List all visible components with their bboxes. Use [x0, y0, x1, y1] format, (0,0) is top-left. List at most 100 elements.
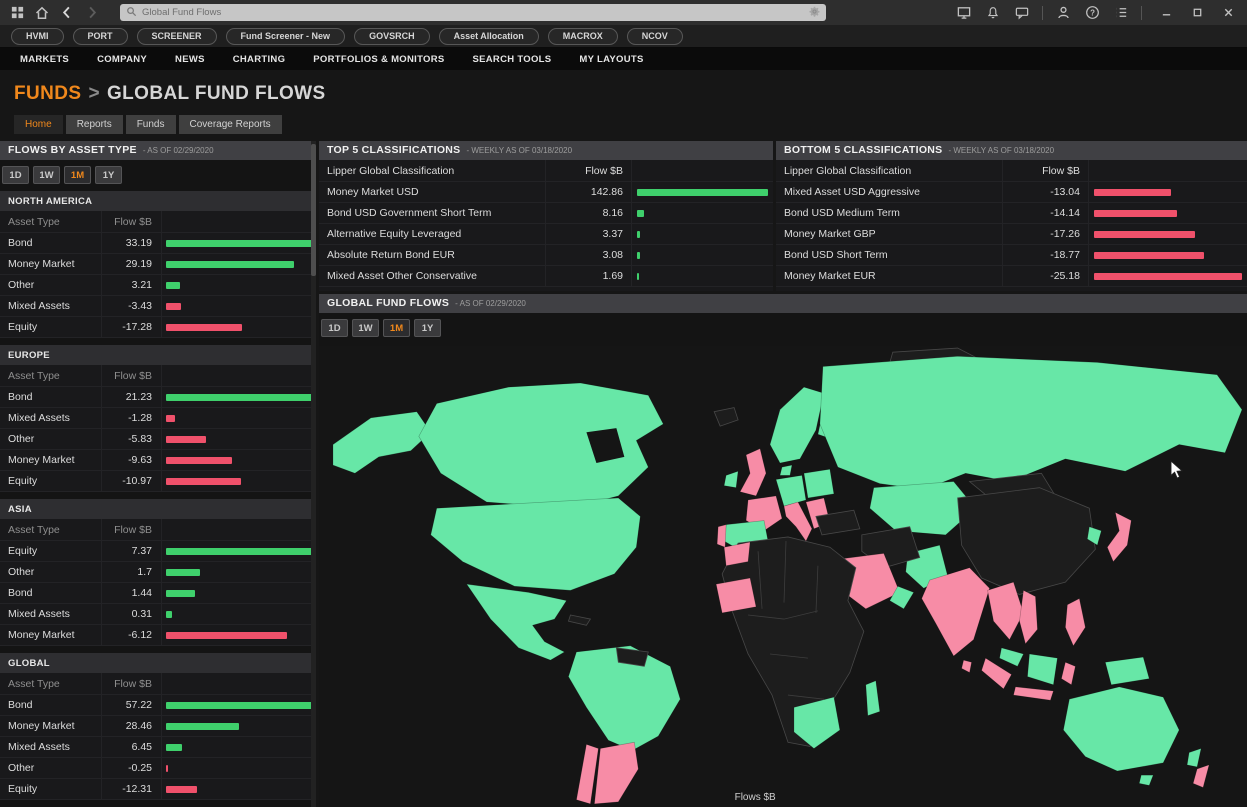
new-zealand-south[interactable]: [1193, 765, 1209, 788]
period-button-1m[interactable]: 1M: [383, 319, 410, 337]
scrollbar-thumb[interactable]: [311, 144, 316, 276]
menu-item-my-layouts[interactable]: MY LAYOUTS: [565, 54, 657, 65]
table-row-money-market[interactable]: Money Market-9.63: [0, 450, 316, 471]
period-button-1w[interactable]: 1W: [352, 319, 379, 337]
search-input[interactable]: [142, 7, 804, 18]
period-button-1w[interactable]: 1W: [33, 166, 60, 184]
menu-item-portfolios-monitors[interactable]: PORTFOLIOS & MONITORS: [299, 54, 458, 65]
table-row-bond[interactable]: Bond21.23: [0, 387, 316, 408]
country-india[interactable]: [922, 568, 990, 656]
app-grid-icon[interactable]: [8, 4, 26, 21]
table-row-other[interactable]: Other-5.83: [0, 429, 316, 450]
table-row-money-market-usd[interactable]: Money Market USD142.86: [319, 182, 773, 203]
country-japan[interactable]: [1107, 512, 1131, 561]
world-map-choropleth[interactable]: [319, 346, 1247, 807]
menu-item-markets[interactable]: MARKETS: [6, 54, 83, 65]
breadcrumb-parent[interactable]: FUNDS: [14, 83, 81, 104]
country-uk[interactable]: [740, 449, 766, 496]
country-malaysia[interactable]: [1000, 648, 1024, 666]
region-scandinavia[interactable]: [770, 387, 824, 463]
profile-person-icon[interactable]: [1054, 4, 1072, 21]
country-argentina[interactable]: [594, 742, 638, 804]
table-row-mixed-asset-usd-aggressive[interactable]: Mixed Asset USD Aggressive-13.04: [776, 182, 1247, 203]
app-tab-asset-allocation[interactable]: Asset Allocation: [439, 28, 539, 45]
home-icon[interactable]: [33, 4, 51, 21]
new-zealand-north[interactable]: [1187, 748, 1201, 766]
region-west-africa[interactable]: [716, 578, 756, 613]
table-row-other[interactable]: Other-0.25: [0, 758, 316, 779]
country-alaska[interactable]: [333, 412, 431, 474]
subtab-reports[interactable]: Reports: [66, 115, 123, 134]
close-icon[interactable]: [1219, 4, 1237, 21]
island-new-guinea[interactable]: [1105, 657, 1149, 685]
country-philippines[interactable]: [1065, 599, 1085, 646]
country-usa[interactable]: [431, 498, 641, 590]
table-row-mixed-assets[interactable]: Mixed Assets-3.43: [0, 296, 316, 317]
app-tab-screener[interactable]: SCREENER: [137, 28, 217, 45]
app-tab-hvmi[interactable]: HVMI: [11, 28, 64, 45]
period-button-1y[interactable]: 1Y: [414, 319, 441, 337]
back-icon[interactable]: [58, 4, 76, 21]
table-row-bond-usd-government-short-term[interactable]: Bond USD Government Short Term8.16: [319, 203, 773, 224]
country-russia[interactable]: [820, 356, 1242, 489]
table-row-money-market-eur[interactable]: Money Market EUR-25.18: [776, 266, 1247, 287]
table-row-equity[interactable]: Equity7.37: [0, 541, 316, 562]
app-tab-ncov[interactable]: NCOV: [627, 28, 683, 45]
table-row-bond-usd-medium-term[interactable]: Bond USD Medium Term-14.14: [776, 203, 1247, 224]
continent-africa[interactable]: [722, 537, 864, 746]
table-row-other[interactable]: Other1.7: [0, 562, 316, 583]
table-row-money-market-gbp[interactable]: Money Market GBP-17.26: [776, 224, 1247, 245]
scrollbar[interactable]: [311, 141, 316, 807]
minimize-icon[interactable]: [1157, 4, 1175, 21]
country-mexico[interactable]: [467, 584, 567, 660]
table-row-money-market[interactable]: Money Market-6.12: [0, 625, 316, 646]
table-row-bond[interactable]: Bond1.44: [0, 583, 316, 604]
subtab-funds[interactable]: Funds: [126, 115, 176, 134]
app-list-icon[interactable]: [1112, 4, 1130, 21]
table-row-mixed-assets[interactable]: Mixed Assets6.45: [0, 737, 316, 758]
table-row-equity[interactable]: Equity-17.28: [0, 317, 316, 338]
menu-item-charting[interactable]: CHARTING: [219, 54, 300, 65]
table-row-bond[interactable]: Bond33.19: [0, 233, 316, 254]
table-row-equity[interactable]: Equity-10.97: [0, 471, 316, 492]
table-row-equity[interactable]: Equity-12.31: [0, 779, 316, 800]
help-icon[interactable]: ?: [1083, 4, 1101, 21]
search-settings-gear-icon[interactable]: [809, 4, 820, 22]
search-bar[interactable]: [120, 4, 826, 21]
period-button-1d[interactable]: 1D: [321, 319, 348, 337]
country-australia[interactable]: [1063, 687, 1179, 771]
country-poland[interactable]: [804, 469, 834, 498]
table-row-mixed-asset-other-conservative[interactable]: Mixed Asset Other Conservative1.69: [319, 266, 773, 287]
country-madagascar[interactable]: [866, 681, 880, 716]
country-sri-lanka[interactable]: [962, 660, 972, 672]
app-tab-macrox[interactable]: MACROX: [548, 28, 618, 45]
table-row-money-market[interactable]: Money Market28.46: [0, 716, 316, 737]
country-canada[interactable]: [419, 383, 663, 508]
island-java[interactable]: [1014, 687, 1054, 700]
country-cuba[interactable]: [568, 615, 590, 625]
table-row-mixed-assets[interactable]: Mixed Assets-1.28: [0, 408, 316, 429]
period-button-1d[interactable]: 1D: [2, 166, 29, 184]
subtab-coverage-reports[interactable]: Coverage Reports: [179, 115, 282, 134]
table-row-other[interactable]: Other3.21: [0, 275, 316, 296]
country-morocco[interactable]: [724, 542, 750, 566]
app-tab-govsrch[interactable]: GOVSRCH: [354, 28, 430, 45]
island-tasmania[interactable]: [1139, 775, 1153, 785]
table-row-mixed-assets[interactable]: Mixed Assets0.31: [0, 604, 316, 625]
table-row-alternative-equity-leveraged[interactable]: Alternative Equity Leveraged3.37: [319, 224, 773, 245]
island-sulawesi[interactable]: [1061, 662, 1075, 685]
table-row-money-market[interactable]: Money Market29.19: [0, 254, 316, 275]
country-denmark[interactable]: [780, 465, 792, 475]
table-row-bond[interactable]: Bond57.22: [0, 695, 316, 716]
island-sumatra[interactable]: [982, 658, 1012, 689]
country-ireland[interactable]: [724, 471, 738, 487]
country-vietnam[interactable]: [1019, 590, 1037, 643]
period-button-1m[interactable]: 1M: [64, 166, 91, 184]
country-iceland[interactable]: [714, 408, 738, 426]
screens-icon[interactable]: [955, 4, 973, 21]
country-germany[interactable]: [776, 475, 806, 506]
subtab-home[interactable]: Home: [14, 115, 63, 134]
country-portugal[interactable]: [717, 525, 726, 548]
period-button-1y[interactable]: 1Y: [95, 166, 122, 184]
notifications-bell-icon[interactable]: [984, 4, 1002, 21]
